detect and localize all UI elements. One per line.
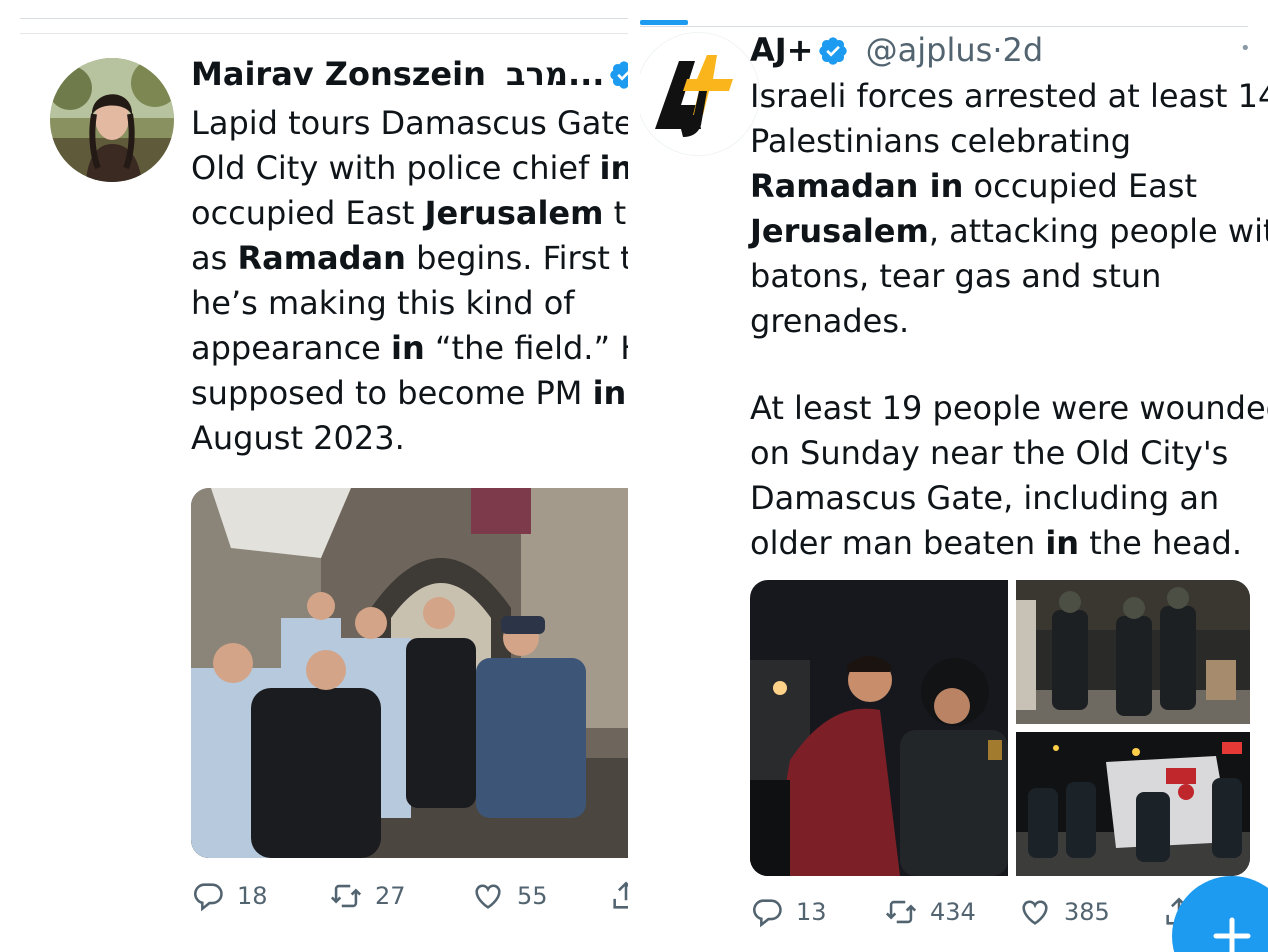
tweet-text-segment: Old City with police chief <box>191 149 600 187</box>
tweet-text-line: Ramadan in occupied East <box>750 164 1268 209</box>
retweet-count: 27 <box>375 882 406 910</box>
tweet-text-segment: , attacking people with <box>928 212 1268 250</box>
tweet-text-segment: Damascus Gate, including an <box>750 479 1220 517</box>
tweet-photo-3[interactable] <box>1016 732 1250 876</box>
retweet-button[interactable]: 27 <box>329 876 406 916</box>
tweet-photo-1[interactable] <box>750 580 1008 876</box>
tweet-header: Mairav Zonszein מרב... <box>191 54 628 94</box>
tweet-text: Lapid tours Damascus Gate Old City with … <box>191 101 628 461</box>
tab-indicator <box>640 20 688 25</box>
compose-tweet-icon <box>1213 917 1251 952</box>
divider <box>20 33 628 34</box>
tweet-text-line: he’s making this kind of <box>191 281 628 326</box>
tweet-text-line: Jerusalem, attacking people with <box>750 209 1268 254</box>
reply-count: 13 <box>796 898 827 926</box>
right-tweet-panel: AJ+ @ajplus·2d • Israeli forces arrested… <box>640 0 1268 952</box>
tweet-text-line: batons, tear gas and stun <box>750 254 1268 299</box>
author-name[interactable]: AJ+ <box>750 31 813 69</box>
retweet-icon <box>885 900 917 924</box>
like-count: 55 <box>517 882 548 910</box>
tweet-text-line: Damascus Gate, including an <box>750 476 1268 521</box>
tweet-text-line: Old City with police chief in <box>191 146 628 191</box>
highlighted-term: Jerusalem <box>750 212 929 250</box>
highlighted-term: in <box>391 329 425 367</box>
tweet-photo[interactable] <box>191 488 628 858</box>
reply-icon <box>194 883 223 912</box>
retweet-button[interactable]: 434 <box>884 892 976 932</box>
tweet-text-line: August 2023. <box>191 416 628 461</box>
tweet-text-segment: he’s making this kind of <box>191 284 575 322</box>
tweet-text-line: older man beaten in the head. <box>750 521 1268 566</box>
tweet-photo-grid <box>750 580 1250 876</box>
divider <box>640 26 1248 27</box>
avatar[interactable] <box>50 58 174 182</box>
share-button[interactable] <box>609 876 628 916</box>
verified-badge-icon <box>608 59 628 91</box>
highlighted-term: in <box>592 374 627 412</box>
tweet-text-segment: begins. First ti <box>405 239 628 277</box>
tweet-text-segment: to <box>613 194 628 232</box>
tweet-text-segment: At least 19 people were wounded <box>750 389 1268 427</box>
tweet-photo-2[interactable] <box>1016 580 1250 724</box>
separator-dot: · <box>992 31 1003 69</box>
panel-gap <box>628 0 640 952</box>
author-name[interactable]: Mairav Zonszein <box>191 55 486 93</box>
tweet-text-line: Lapid tours Damascus Gate <box>191 101 628 146</box>
left-tweet-panel: Mairav Zonszein מרב... Lapid tours Damas… <box>0 0 628 952</box>
tweet-text: Israeli forces arrested at least 14 Pales… <box>750 74 1268 566</box>
tweet-text-line: Israeli forces arrested at least 14 <box>750 74 1268 119</box>
divider <box>20 18 628 19</box>
tweet-text-line: At least 19 people were wounded <box>750 386 1268 431</box>
tweet-text-segment: grenades. <box>750 302 910 340</box>
highlighted-term: Ramadan <box>237 239 406 277</box>
retweet-count: 434 <box>930 898 976 926</box>
tweet-text-segment: occupied East <box>191 194 425 232</box>
tweet-text-segment: occupied East <box>963 167 1197 205</box>
tweet-text-segment: appearance <box>191 329 392 367</box>
highlighted-term: in <box>1045 524 1080 562</box>
verified-badge-icon <box>817 35 849 67</box>
reply-count: 18 <box>237 882 268 910</box>
tweet-actions: 18 27 55 <box>191 876 628 916</box>
compose-tweet-button[interactable] <box>1172 876 1268 952</box>
tweet-text-segment: August 2023. <box>191 419 405 457</box>
reply-icon <box>753 899 782 928</box>
tweet-header: AJ+ @ajplus·2d <box>750 30 1043 70</box>
tweet-text-segment: as <box>191 239 238 277</box>
reply-button[interactable]: 18 <box>191 876 268 916</box>
avatar[interactable] <box>640 32 760 156</box>
highlighted-term: Ramadan in <box>750 167 964 205</box>
author-name-hebrew[interactable]: מרב... <box>506 55 604 93</box>
tweet-text-segment: older man beaten <box>750 524 1046 562</box>
tweet-text-segment: supposed to become PM <box>191 374 593 412</box>
author-handle[interactable]: @ajplus <box>866 31 993 69</box>
tweet-text-segment: Israeli forces arrested at least 14 <box>750 77 1268 115</box>
like-count: 385 <box>1064 898 1110 926</box>
tweet-text-line: Palestinians celebrating <box>750 119 1268 164</box>
retweet-icon <box>330 884 362 908</box>
tweet-time[interactable]: 2d <box>1002 31 1043 69</box>
tweet-text-line: supposed to become PM in <box>191 371 628 416</box>
tweet-text-line: grenades. <box>750 299 1268 344</box>
like-button[interactable]: 385 <box>1018 892 1110 932</box>
share-icon <box>613 881 628 909</box>
tweet-text-segment: Lapid tours Damascus Gate <box>191 104 628 142</box>
heart-icon <box>475 884 501 909</box>
tweet-text-line: occupied East Jerusalem to <box>191 191 628 236</box>
reply-button[interactable]: 13 <box>750 892 827 932</box>
tweet-text-segment: batons, tear gas and stun <box>750 257 1162 295</box>
highlighted-term: in <box>599 149 628 187</box>
tweet-text-segment: the head. <box>1079 524 1242 562</box>
highlighted-term: Jerusalem <box>424 194 604 232</box>
like-button[interactable]: 55 <box>471 876 548 916</box>
tweet-text-line: as Ramadan begins. First ti <box>191 236 628 281</box>
tweet-text-segment: “the field.” H <box>424 329 628 367</box>
tweet-text-line: appearance in “the field.” H <box>191 326 628 371</box>
heart-icon <box>1022 900 1048 925</box>
tweet-text-segment: on Sunday near the Old City's <box>750 434 1229 472</box>
tweet-text-line: on Sunday near the Old City's <box>750 431 1268 476</box>
more-options-icon[interactable]: • <box>1240 38 1251 59</box>
tweet-text-segment: Palestinians celebrating <box>750 122 1132 160</box>
